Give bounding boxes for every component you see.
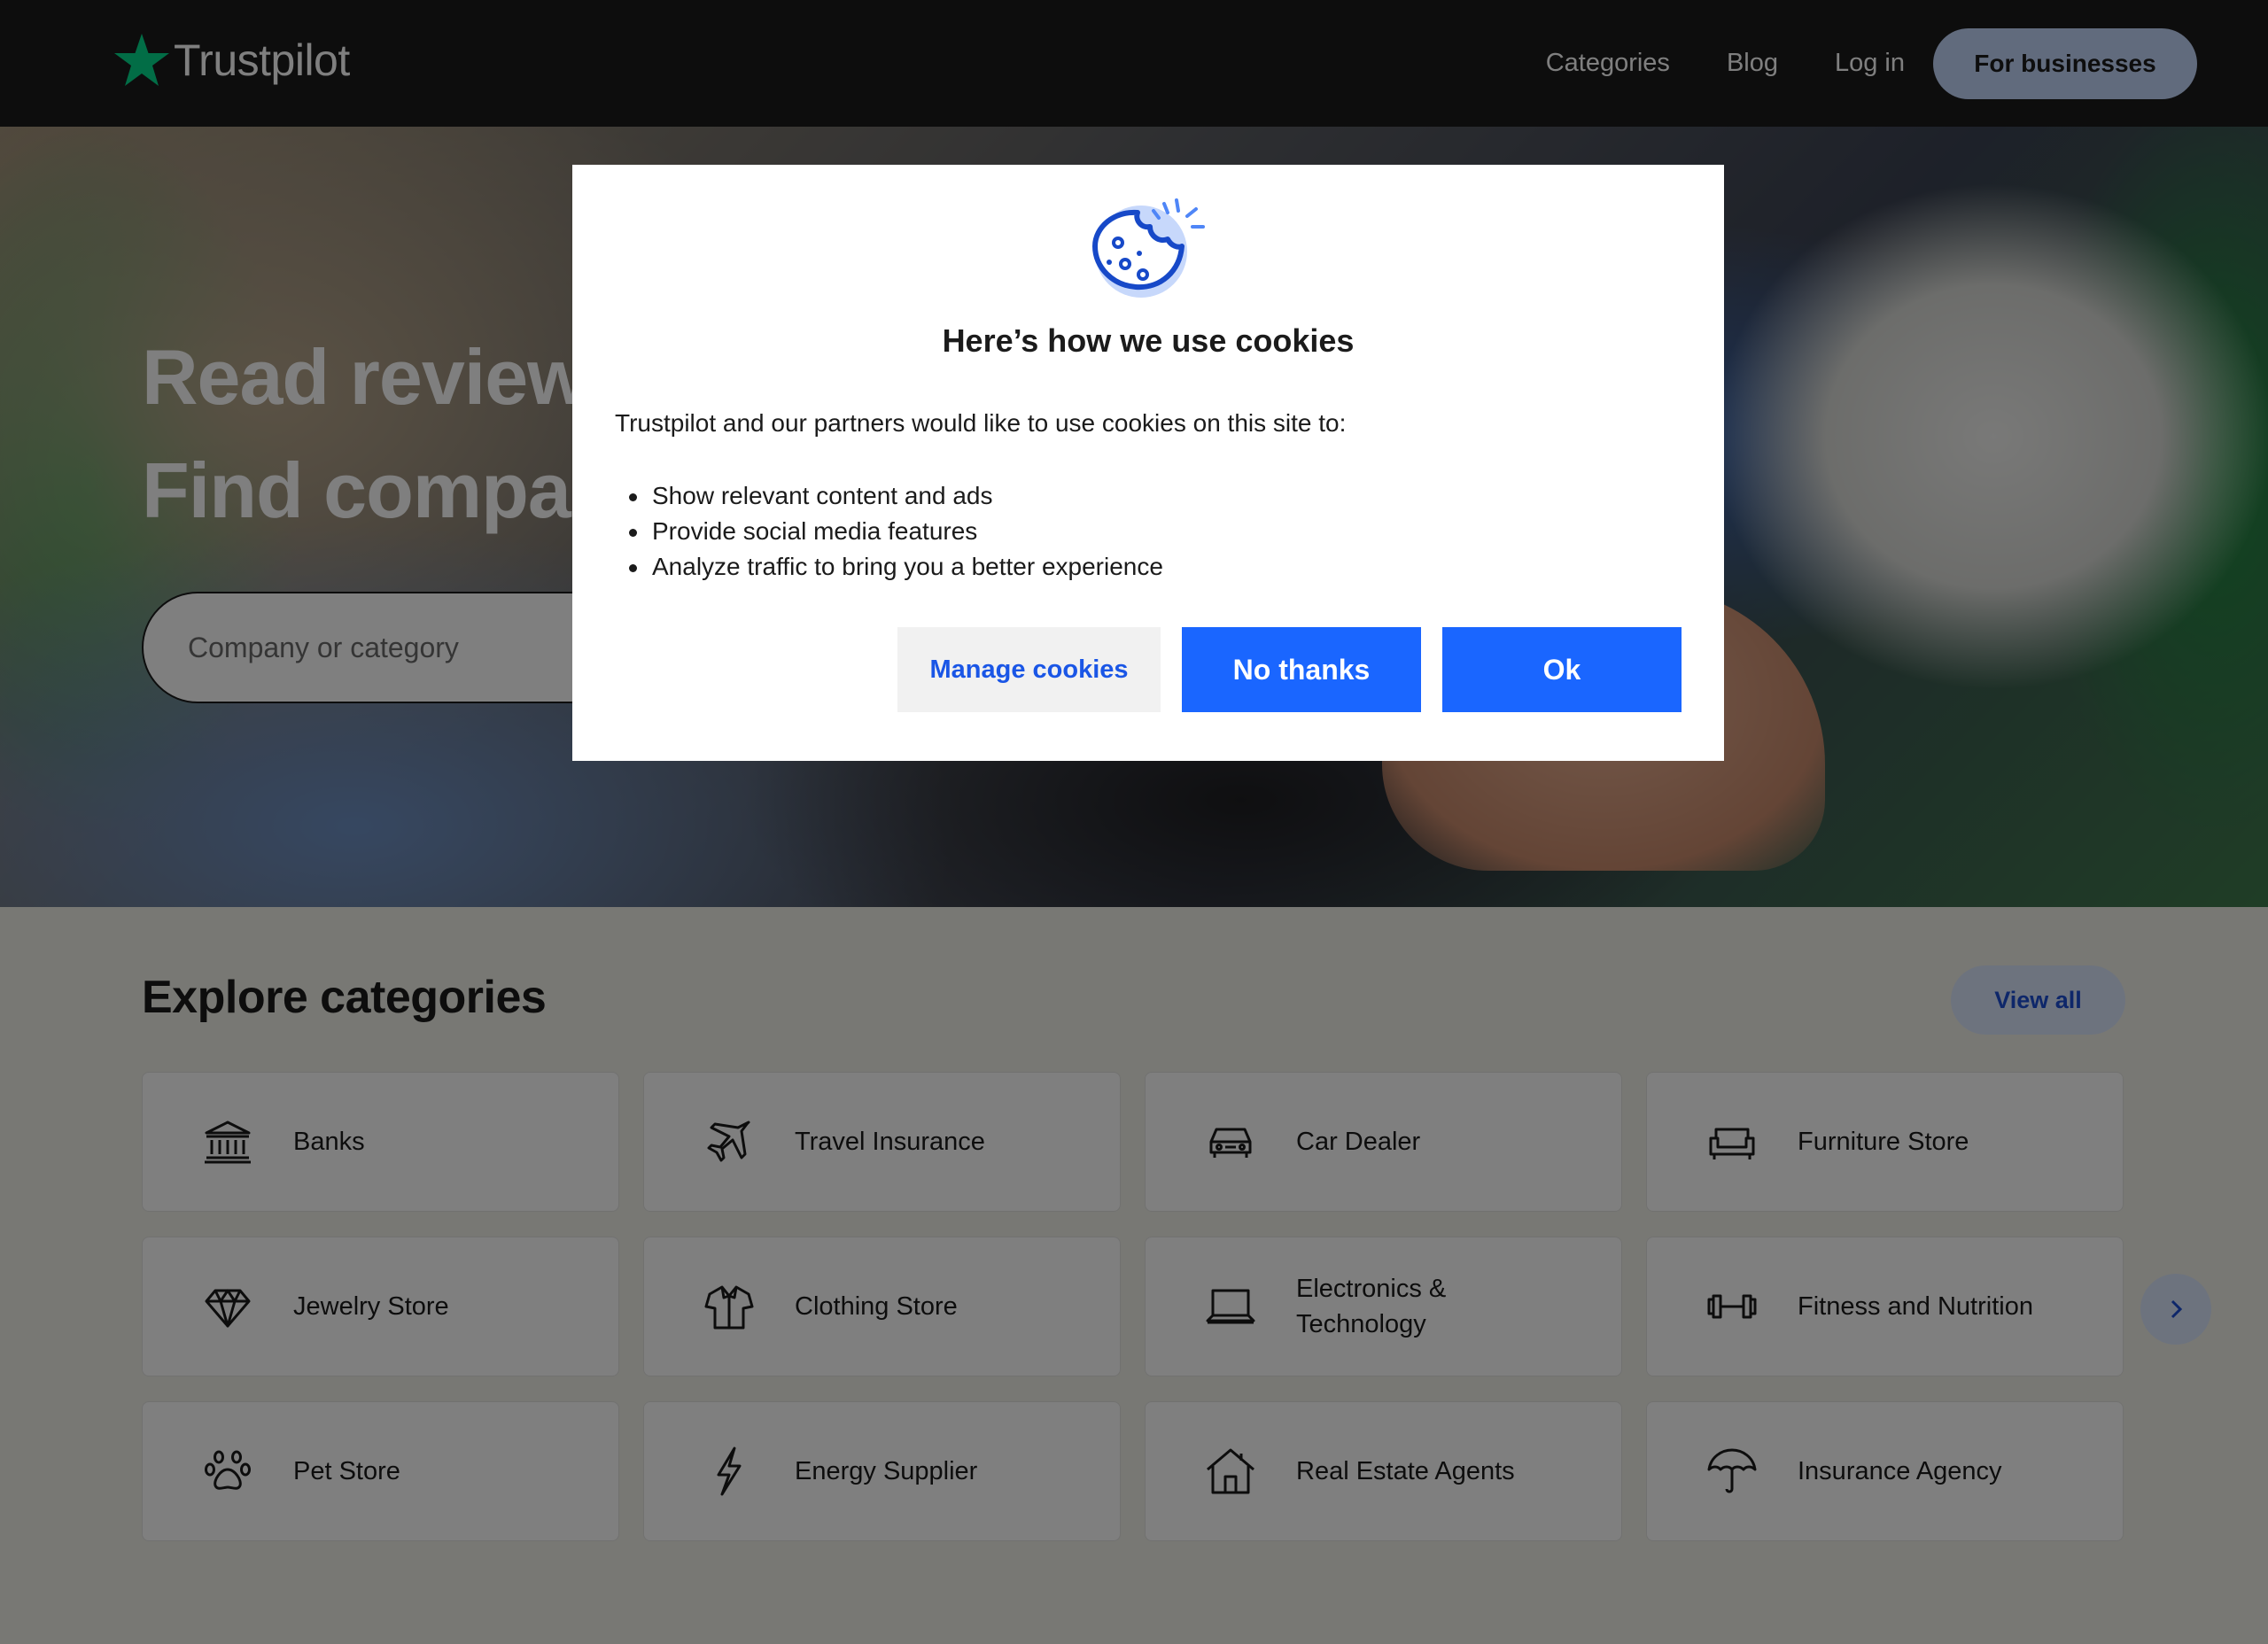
ok-button[interactable]: Ok xyxy=(1442,627,1682,712)
manage-cookies-button[interactable]: Manage cookies xyxy=(897,627,1161,712)
dialog-title: Here’s how we use cookies xyxy=(942,322,1355,359)
cookie-purpose-list: Show relevant content and ads Provide so… xyxy=(615,478,1163,585)
dialog-intro: Trustpilot and our partners would like t… xyxy=(615,409,1347,437)
list-item: Provide social media features xyxy=(615,514,1163,549)
list-item: Show relevant content and ads xyxy=(615,478,1163,514)
no-thanks-button[interactable]: No thanks xyxy=(1182,627,1421,712)
cookie-consent-dialog: Here’s how we use cookies Trustpilot and… xyxy=(572,165,1724,761)
list-item: Analyze traffic to bring you a better ex… xyxy=(615,549,1163,585)
cookie-icon xyxy=(1092,198,1205,298)
